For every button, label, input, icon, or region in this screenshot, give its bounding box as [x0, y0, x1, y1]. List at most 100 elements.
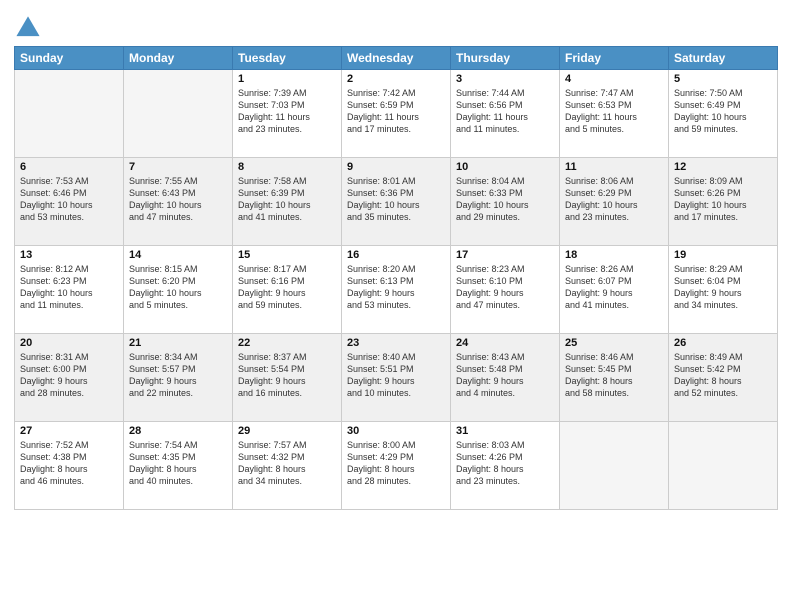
calendar-cell: 5 Sunrise: 7:50 AM Sunset: 6:49 PM Daylig…	[669, 70, 778, 158]
day-number: 24	[456, 337, 554, 349]
calendar-cell: 9Sunrise: 8:01 AM Sunset: 6:36 PM Daylig…	[342, 158, 451, 246]
day-info: Sunrise: 7:47 AM Sunset: 6:53 PM Dayligh…	[565, 87, 663, 136]
calendar-cell	[669, 422, 778, 510]
calendar-week-row: 13 Sunrise: 8:12 AM Sunset: 6:23 PM Dayli…	[15, 246, 778, 334]
day-info: Sunrise: 8:31 AM Sunset: 6:00 PM Dayligh…	[20, 351, 118, 400]
day-info: Sunrise: 7:53 AM Sunset: 6:46 PM Dayligh…	[20, 175, 118, 224]
day-info: Sunrise: 7:58 AM Sunset: 6:39 PM Dayligh…	[238, 175, 336, 224]
calendar-cell: 3 Sunrise: 7:44 AM Sunset: 6:56 PM Daylig…	[451, 70, 560, 158]
day-info: Sunrise: 7:57 AM Sunset: 4:32 PM Dayligh…	[238, 439, 336, 488]
calendar-week-row: 27 Sunrise: 7:52 AM Sunset: 4:38 PM Dayli…	[15, 422, 778, 510]
calendar-cell: 30 Sunrise: 8:00 AM Sunset: 4:29 PM Dayli…	[342, 422, 451, 510]
calendar-cell: 20 Sunrise: 8:31 AM Sunset: 6:00 PM Dayli…	[15, 334, 124, 422]
calendar-cell: 28 Sunrise: 7:54 AM Sunset: 4:35 PM Dayli…	[124, 422, 233, 510]
calendar: SundayMondayTuesdayWednesdayThursdayFrid…	[14, 46, 778, 510]
day-info: Sunrise: 8:46 AM Sunset: 5:45 PM Dayligh…	[565, 351, 663, 400]
calendar-cell: 7Sunrise: 7:55 AM Sunset: 6:43 PM Daylig…	[124, 158, 233, 246]
day-number: 28	[129, 425, 227, 437]
day-info: Sunrise: 7:52 AM Sunset: 4:38 PM Dayligh…	[20, 439, 118, 488]
calendar-cell	[560, 422, 669, 510]
day-number: 16	[347, 249, 445, 261]
day-info: Sunrise: 7:44 AM Sunset: 6:56 PM Dayligh…	[456, 87, 554, 136]
calendar-cell: 21 Sunrise: 8:34 AM Sunset: 5:57 PM Dayli…	[124, 334, 233, 422]
header	[14, 10, 778, 42]
day-info: Sunrise: 8:06 AM Sunset: 6:29 PM Dayligh…	[565, 175, 663, 224]
day-number: 20	[20, 337, 118, 349]
calendar-cell: 11Sunrise: 8:06 AM Sunset: 6:29 PM Dayli…	[560, 158, 669, 246]
calendar-week-row: 20 Sunrise: 8:31 AM Sunset: 6:00 PM Dayli…	[15, 334, 778, 422]
day-number: 14	[129, 249, 227, 261]
calendar-cell: 14 Sunrise: 8:15 AM Sunset: 6:20 PM Dayli…	[124, 246, 233, 334]
logo-icon	[14, 14, 42, 42]
day-number: 12	[674, 161, 772, 173]
day-number: 21	[129, 337, 227, 349]
day-number: 26	[674, 337, 772, 349]
day-info: Sunrise: 8:26 AM Sunset: 6:07 PM Dayligh…	[565, 263, 663, 312]
logo-area	[14, 10, 44, 42]
day-info: Sunrise: 7:54 AM Sunset: 4:35 PM Dayligh…	[129, 439, 227, 488]
col-header-friday: Friday	[560, 47, 669, 70]
day-info: Sunrise: 8:03 AM Sunset: 4:26 PM Dayligh…	[456, 439, 554, 488]
day-number: 31	[456, 425, 554, 437]
day-info: Sunrise: 8:29 AM Sunset: 6:04 PM Dayligh…	[674, 263, 772, 312]
col-header-wednesday: Wednesday	[342, 47, 451, 70]
day-number: 9	[347, 161, 445, 173]
day-info: Sunrise: 8:34 AM Sunset: 5:57 PM Dayligh…	[129, 351, 227, 400]
col-header-saturday: Saturday	[669, 47, 778, 70]
day-info: Sunrise: 8:15 AM Sunset: 6:20 PM Dayligh…	[129, 263, 227, 312]
day-number: 30	[347, 425, 445, 437]
calendar-cell: 17 Sunrise: 8:23 AM Sunset: 6:10 PM Dayli…	[451, 246, 560, 334]
day-number: 5	[674, 73, 772, 85]
calendar-week-row: 6 Sunrise: 7:53 AM Sunset: 6:46 PM Daylig…	[15, 158, 778, 246]
day-info: Sunrise: 8:17 AM Sunset: 6:16 PM Dayligh…	[238, 263, 336, 312]
calendar-cell: 26 Sunrise: 8:49 AM Sunset: 5:42 PM Dayli…	[669, 334, 778, 422]
calendar-cell: 16 Sunrise: 8:20 AM Sunset: 6:13 PM Dayli…	[342, 246, 451, 334]
col-header-monday: Monday	[124, 47, 233, 70]
day-info: Sunrise: 8:43 AM Sunset: 5:48 PM Dayligh…	[456, 351, 554, 400]
day-number: 4	[565, 73, 663, 85]
day-info: Sunrise: 7:39 AM Sunset: 7:03 PM Dayligh…	[238, 87, 336, 136]
day-info: Sunrise: 8:09 AM Sunset: 6:26 PM Dayligh…	[674, 175, 772, 224]
day-number: 15	[238, 249, 336, 261]
day-number: 17	[456, 249, 554, 261]
calendar-cell: 1 Sunrise: 7:39 AM Sunset: 7:03 PM Daylig…	[233, 70, 342, 158]
calendar-cell	[124, 70, 233, 158]
day-info: Sunrise: 8:23 AM Sunset: 6:10 PM Dayligh…	[456, 263, 554, 312]
day-info: Sunrise: 8:12 AM Sunset: 6:23 PM Dayligh…	[20, 263, 118, 312]
day-info: Sunrise: 8:20 AM Sunset: 6:13 PM Dayligh…	[347, 263, 445, 312]
day-info: Sunrise: 8:00 AM Sunset: 4:29 PM Dayligh…	[347, 439, 445, 488]
day-number: 25	[565, 337, 663, 349]
day-number: 1	[238, 73, 336, 85]
day-number: 27	[20, 425, 118, 437]
day-info: Sunrise: 8:49 AM Sunset: 5:42 PM Dayligh…	[674, 351, 772, 400]
day-number: 2	[347, 73, 445, 85]
calendar-cell	[15, 70, 124, 158]
day-number: 3	[456, 73, 554, 85]
calendar-cell: 25 Sunrise: 8:46 AM Sunset: 5:45 PM Dayli…	[560, 334, 669, 422]
calendar-cell: 31 Sunrise: 8:03 AM Sunset: 4:26 PM Dayli…	[451, 422, 560, 510]
col-header-sunday: Sunday	[15, 47, 124, 70]
day-number: 22	[238, 337, 336, 349]
day-number: 10	[456, 161, 554, 173]
calendar-cell: 2 Sunrise: 7:42 AM Sunset: 6:59 PM Daylig…	[342, 70, 451, 158]
calendar-cell: 18Sunrise: 8:26 AM Sunset: 6:07 PM Dayli…	[560, 246, 669, 334]
calendar-header-row: SundayMondayTuesdayWednesdayThursdayFrid…	[15, 47, 778, 70]
page: SundayMondayTuesdayWednesdayThursdayFrid…	[0, 0, 792, 612]
day-info: Sunrise: 7:42 AM Sunset: 6:59 PM Dayligh…	[347, 87, 445, 136]
col-header-thursday: Thursday	[451, 47, 560, 70]
day-number: 29	[238, 425, 336, 437]
day-number: 19	[674, 249, 772, 261]
calendar-cell: 27 Sunrise: 7:52 AM Sunset: 4:38 PM Dayli…	[15, 422, 124, 510]
calendar-cell: 24 Sunrise: 8:43 AM Sunset: 5:48 PM Dayli…	[451, 334, 560, 422]
col-header-tuesday: Tuesday	[233, 47, 342, 70]
day-number: 7	[129, 161, 227, 173]
day-info: Sunrise: 7:50 AM Sunset: 6:49 PM Dayligh…	[674, 87, 772, 136]
day-number: 13	[20, 249, 118, 261]
calendar-week-row: 1 Sunrise: 7:39 AM Sunset: 7:03 PM Daylig…	[15, 70, 778, 158]
calendar-cell: 4 Sunrise: 7:47 AM Sunset: 6:53 PM Daylig…	[560, 70, 669, 158]
calendar-cell: 13 Sunrise: 8:12 AM Sunset: 6:23 PM Dayli…	[15, 246, 124, 334]
calendar-cell: 19 Sunrise: 8:29 AM Sunset: 6:04 PM Dayli…	[669, 246, 778, 334]
day-number: 6	[20, 161, 118, 173]
day-number: 8	[238, 161, 336, 173]
calendar-cell: 23Sunrise: 8:40 AM Sunset: 5:51 PM Dayli…	[342, 334, 451, 422]
